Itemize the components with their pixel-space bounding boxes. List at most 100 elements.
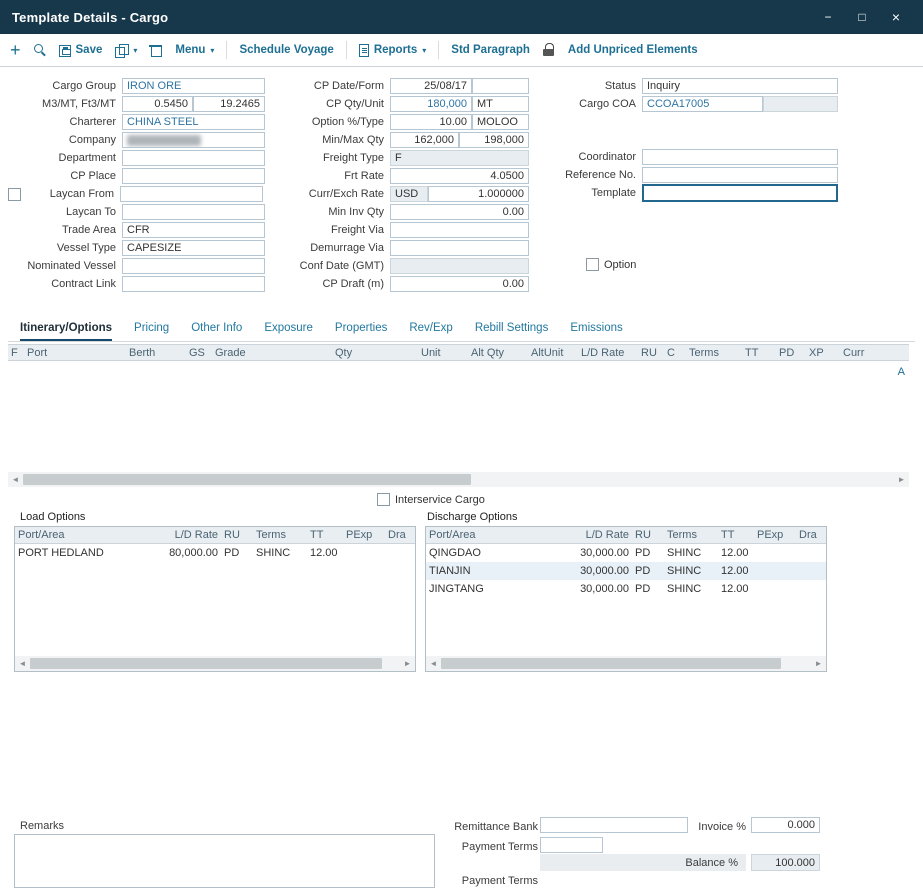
header-cell: Qty (332, 347, 418, 359)
nominated-vessel-input[interactable] (122, 258, 265, 274)
cargo-coa-input[interactable]: CCOA17005 (642, 96, 763, 112)
invoice-pct-input[interactable]: 0.000 (751, 817, 820, 833)
exch-rate-input[interactable]: 1.000000 (428, 186, 529, 202)
tab-rebill-settings[interactable]: Rebill Settings (475, 322, 549, 341)
tab-exposure[interactable]: Exposure (264, 322, 313, 341)
discharge-options-hscrollbar[interactable]: ◄ ► (426, 656, 826, 671)
company-input[interactable] (122, 132, 265, 148)
search-button[interactable] (33, 43, 47, 57)
laycan-from-label: Laycan From (21, 188, 120, 200)
scrollbar-thumb[interactable] (23, 474, 471, 485)
cp-place-input[interactable] (122, 168, 265, 184)
laycan-from-input[interactable] (120, 186, 263, 202)
schedule-voyage-button[interactable]: Schedule Voyage (239, 44, 333, 56)
option-type-input[interactable]: MOLOO (472, 114, 529, 130)
cell: 12.00 (718, 547, 754, 559)
balance-pct-input[interactable]: 100.000 (751, 854, 820, 871)
itinerary-hscrollbar[interactable]: ◄ ► (8, 472, 909, 487)
window-title: Template Details - Cargo (12, 10, 168, 25)
header-cell: TT (742, 347, 776, 359)
interservice-cargo-checkbox[interactable] (377, 493, 390, 506)
tab-emissions[interactable]: Emissions (570, 322, 622, 341)
laycan-from-checkbox[interactable] (8, 188, 21, 201)
window-controls: − □ × (813, 5, 911, 29)
table-row[interactable]: JINGTANG 30,000.00 PD SHINC 12.00 (426, 580, 826, 598)
tab-itinerary-options[interactable]: Itinerary/Options (20, 322, 112, 341)
max-qty-input[interactable]: 198,000 (459, 132, 529, 148)
cargo-coa-secondary-input[interactable] (763, 96, 838, 112)
scroll-left-icon[interactable]: ◄ (426, 656, 441, 671)
payment-terms-input[interactable] (540, 837, 603, 853)
cp-draft-input[interactable]: 0.00 (390, 276, 529, 292)
remittance-bank-input[interactable] (540, 817, 688, 833)
min-qty-input[interactable]: 162,000 (390, 132, 459, 148)
contract-link-input[interactable] (122, 276, 265, 292)
scroll-right-icon[interactable]: ► (894, 472, 909, 487)
trade-area-input[interactable]: CFR (122, 222, 265, 238)
ft3mt-input[interactable]: 19.2465 (193, 96, 265, 112)
scrollbar-thumb[interactable] (30, 658, 382, 669)
delete-button[interactable] (149, 43, 163, 57)
cp-form-input[interactable] (472, 78, 529, 94)
tab-rev-exp[interactable]: Rev/Exp (409, 322, 452, 341)
table-row[interactable]: TIANJIN 30,000.00 PD SHINC 12.00 (426, 562, 826, 580)
min-inv-qty-input[interactable]: 0.00 (390, 204, 529, 220)
frt-rate-input[interactable]: 4.0500 (390, 168, 529, 184)
template-input[interactable] (642, 184, 838, 202)
department-input[interactable] (122, 150, 265, 166)
cargo-group-input[interactable]: IRON ORE (122, 78, 265, 94)
reference-no-input[interactable] (642, 167, 838, 183)
freight-type-input[interactable]: F (390, 150, 529, 166)
demurrage-via-label: Demurrage Via (278, 242, 390, 254)
status-input[interactable]: Inquiry (642, 78, 838, 94)
charterer-input[interactable]: CHINA STEEL (122, 114, 265, 130)
maximize-button[interactable]: □ (847, 5, 877, 29)
option-checkbox[interactable] (586, 258, 599, 271)
cell: PD (632, 583, 664, 595)
currency-input[interactable]: USD (390, 186, 428, 202)
tab-other-info[interactable]: Other Info (191, 322, 242, 341)
header-cell: F (8, 347, 24, 359)
cargo-group-label: Cargo Group (8, 80, 122, 92)
option-pct-input[interactable]: 10.00 (390, 114, 472, 130)
menu-button[interactable]: Menu▾ (175, 44, 214, 56)
coordinator-input[interactable] (642, 149, 838, 165)
form-right-column: StatusInquiry Cargo COACCOA17005 Coordin… (528, 77, 838, 202)
scroll-right-icon[interactable]: ► (811, 656, 826, 671)
std-paragraph-button[interactable]: Std Paragraph (451, 44, 530, 56)
cp-qty-input[interactable]: 180,000 (390, 96, 472, 112)
save-button[interactable]: Save (59, 44, 103, 57)
m3mt-input[interactable]: 0.5450 (122, 96, 193, 112)
add-unpriced-elements-button[interactable]: Add Unpriced Elements (568, 44, 698, 56)
laycan-to-input[interactable] (122, 204, 265, 220)
demurrage-via-input[interactable] (390, 240, 529, 256)
cell: QINGDAO (426, 547, 572, 559)
cp-date-input[interactable]: 25/08/17 (390, 78, 472, 94)
cp-unit-input[interactable]: MT (472, 96, 529, 112)
table-row[interactable]: QINGDAO 30,000.00 PD SHINC 12.00 (426, 544, 826, 562)
balance-pct-label: Balance % (540, 854, 746, 871)
freight-via-input[interactable] (390, 222, 529, 238)
remarks-textarea[interactable] (14, 834, 435, 888)
load-options-hscrollbar[interactable]: ◄ ► (15, 656, 415, 671)
itinerary-add-link[interactable]: A (898, 366, 905, 378)
lock-button[interactable] (542, 43, 556, 57)
scroll-left-icon[interactable]: ◄ (15, 656, 30, 671)
close-button[interactable]: × (881, 5, 911, 29)
copy-button[interactable]: ▾ (114, 43, 137, 57)
vessel-type-input[interactable]: CAPESIZE (122, 240, 265, 256)
new-button[interactable]: + (10, 43, 21, 57)
header-cell: L/D Rate (572, 529, 632, 541)
reference-no-label: Reference No. (528, 169, 642, 181)
minimize-button[interactable]: − (813, 5, 843, 29)
tab-properties[interactable]: Properties (335, 322, 387, 341)
scroll-left-icon[interactable]: ◄ (8, 472, 23, 487)
interservice-cargo-label: Interservice Cargo (395, 494, 485, 506)
table-row[interactable]: PORT HEDLAND 80,000.00 PD SHINC 12.00 (15, 544, 415, 562)
scrollbar-thumb[interactable] (441, 658, 781, 669)
reports-button[interactable]: Reports▾ (359, 44, 426, 57)
scroll-right-icon[interactable]: ► (400, 656, 415, 671)
itinerary-body[interactable]: A (8, 361, 909, 472)
tab-pricing[interactable]: Pricing (134, 322, 169, 341)
conf-date-input[interactable] (390, 258, 529, 274)
